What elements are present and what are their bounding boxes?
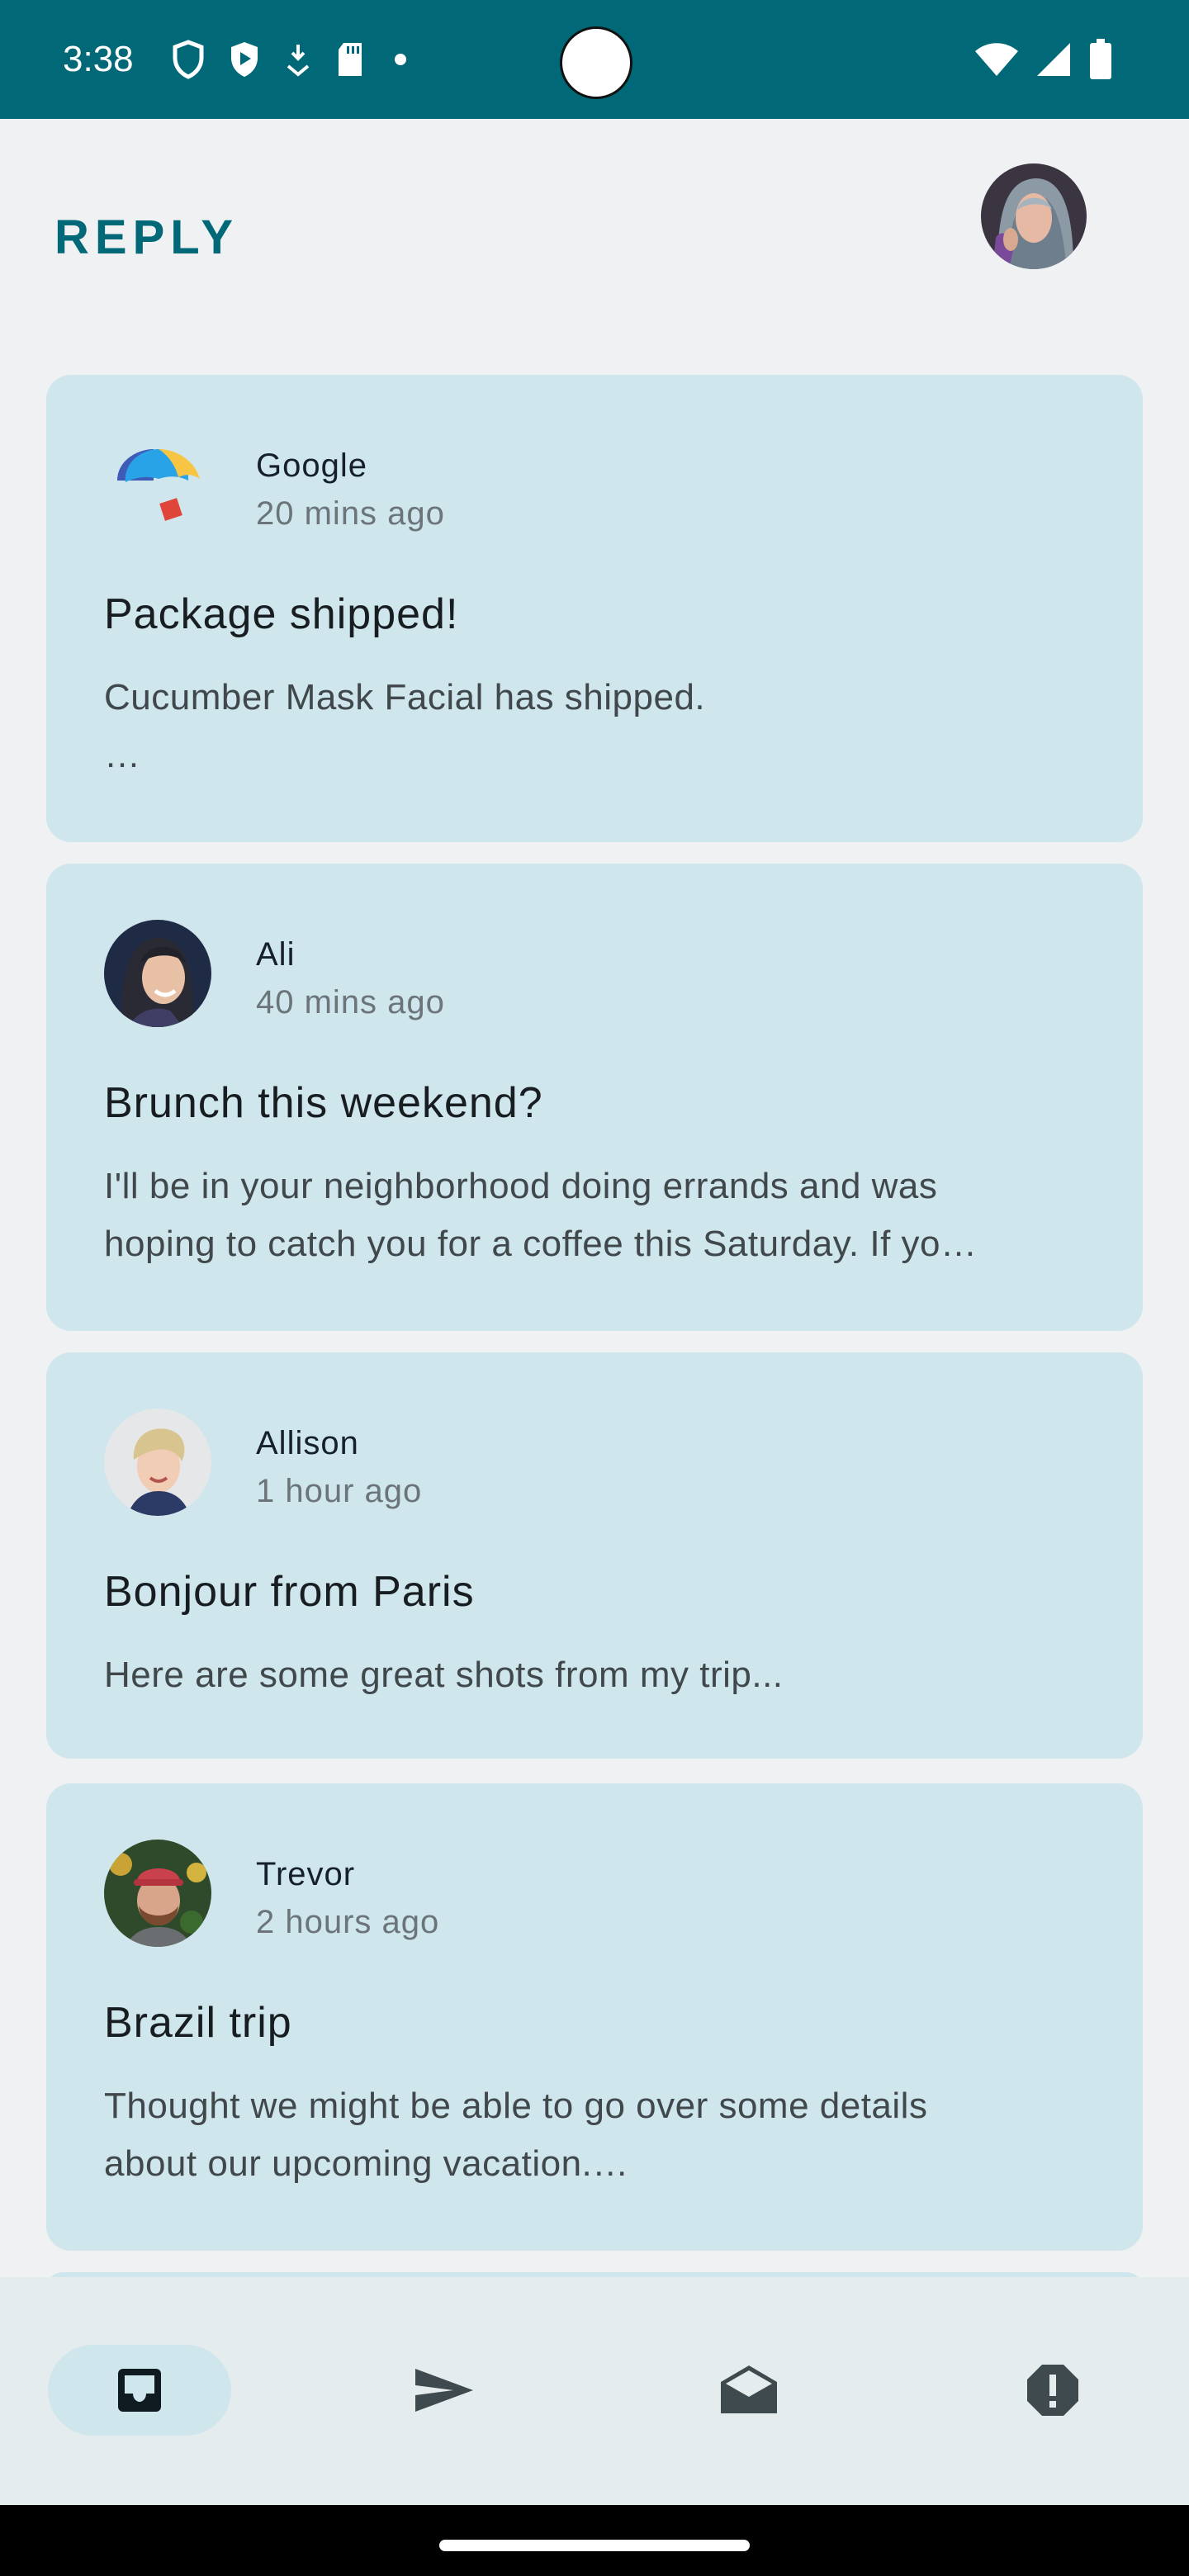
email-subject: Bonjour from Paris	[104, 1568, 475, 1616]
bottom-navigation	[0, 2277, 1189, 2505]
email-card[interactable]: Google 20 mins ago Package shipped! Cucu…	[46, 375, 1143, 842]
nav-report[interactable]	[961, 2345, 1144, 2436]
allison-avatar	[104, 1409, 211, 1516]
signal-icon	[1037, 43, 1070, 76]
ali-avatar	[104, 920, 211, 1027]
email-preview: Here are some great shots from my trip..…	[104, 1655, 784, 1695]
email-time: 2 hours ago	[256, 1904, 440, 1940]
dot-icon	[395, 54, 406, 65]
status-notification-icons	[172, 36, 413, 83]
camera-cutout	[560, 26, 632, 99]
shield-icon	[173, 40, 204, 79]
home-gesture-handle[interactable]	[439, 2540, 750, 2551]
email-sender: Trevor	[256, 1856, 356, 1892]
nav-drafts[interactable]	[657, 2345, 841, 2436]
drafts-icon	[721, 2365, 777, 2413]
status-system-icons	[974, 36, 1113, 83]
email-time: 1 hour ago	[256, 1473, 423, 1509]
trevor-avatar	[104, 1840, 211, 1947]
app-title: REPLY	[54, 211, 239, 264]
email-subject: Brazil trip	[104, 1999, 292, 2047]
email-subject: Package shipped!	[104, 590, 459, 638]
wifi-icon	[975, 43, 1018, 76]
profile-avatar[interactable]	[981, 163, 1087, 269]
email-time: 40 mins ago	[256, 984, 445, 1020]
email-preview: Thought we might be able to go over some…	[104, 2086, 928, 2184]
email-time: 20 mins ago	[256, 495, 445, 532]
email-subject: Brunch this weekend?	[104, 1079, 543, 1127]
nav-inbox[interactable]	[48, 2345, 231, 2436]
email-sender: Allison	[256, 1425, 359, 1461]
email-preview: Cucumber Mask Facial has shipped. …	[104, 677, 706, 775]
play-protect-icon	[231, 42, 258, 77]
email-card[interactable]: Ali 40 mins ago Brunch this weekend? I'l…	[46, 864, 1143, 1331]
email-sender: Ali	[256, 936, 296, 973]
report-icon	[1027, 2365, 1078, 2416]
google-umbrella-logo	[104, 431, 211, 538]
nav-send[interactable]	[352, 2345, 535, 2436]
send-icon	[415, 2369, 473, 2412]
gesture-navigation-bar	[0, 2505, 1189, 2576]
email-preview: I'll be in your neighborhood doing erran…	[104, 1166, 978, 1264]
battery-icon	[1090, 39, 1111, 79]
email-sender: Google	[256, 447, 367, 484]
email-card[interactable]: Trevor 2 hours ago Brazil trip Thought w…	[46, 1783, 1143, 2251]
email-card[interactable]: Allison 1 hour ago Bonjour from Paris He…	[46, 1352, 1143, 1759]
sd-card-icon	[339, 43, 362, 76]
inbox-icon	[118, 2369, 161, 2412]
status-bar: 3:38	[0, 0, 1189, 119]
download-icon	[287, 45, 310, 77]
status-time: 3:38	[63, 39, 134, 79]
